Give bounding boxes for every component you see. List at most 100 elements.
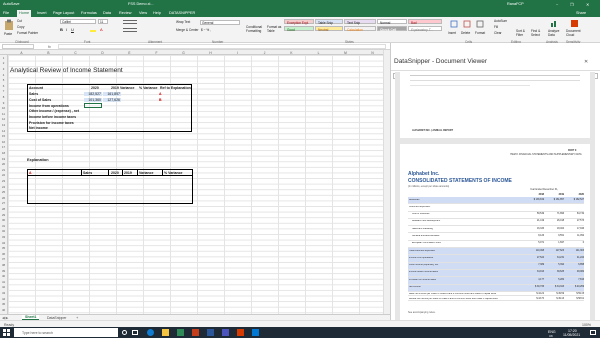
tab-data[interactable]: Data bbox=[103, 11, 111, 15]
row-header[interactable]: 29 bbox=[0, 213, 7, 217]
row-header[interactable]: 26 bbox=[0, 196, 7, 200]
tab-datasnipper[interactable]: DATASNIPPER bbox=[169, 11, 195, 15]
italic-button[interactable]: I bbox=[66, 27, 67, 32]
row-header[interactable]: 21 bbox=[0, 168, 7, 172]
active-cell[interactable] bbox=[84, 103, 102, 108]
zoom-level[interactable]: 100% bbox=[582, 323, 591, 327]
tab-insert[interactable]: Insert bbox=[37, 11, 47, 15]
column-header[interactable]: D bbox=[89, 51, 116, 55]
row-header[interactable]: 46 bbox=[0, 308, 7, 312]
share-button[interactable]: Share bbox=[576, 11, 586, 15]
row-header[interactable]: 14 bbox=[0, 129, 7, 133]
teams-taskbar-icon[interactable] bbox=[222, 329, 229, 336]
column-header[interactable]: I bbox=[224, 51, 251, 55]
statement-line[interactable]: General and administrative 8,126 9,551 11,0… bbox=[408, 233, 584, 241]
row-header[interactable]: 30 bbox=[0, 218, 7, 222]
tab-page-layout[interactable]: Page Layout bbox=[53, 11, 74, 15]
style-bad[interactable]: Bad bbox=[408, 19, 442, 25]
statement-line[interactable]: Research and development 21,419 26,018 27,5… bbox=[408, 219, 584, 227]
column-header[interactable]: F bbox=[143, 51, 170, 55]
tab-file[interactable]: File bbox=[3, 11, 9, 15]
align-top-icon[interactable] bbox=[123, 20, 137, 24]
style-neutral[interactable]: Neutral bbox=[315, 26, 343, 32]
row-header[interactable]: 43 bbox=[0, 291, 7, 295]
row-header[interactable]: 17 bbox=[0, 145, 7, 149]
insert-button[interactable]: Insert bbox=[448, 31, 456, 35]
outlook-taskbar-icon[interactable] bbox=[252, 329, 259, 336]
statement-line[interactable]: Revenues $ 136,819 $ 161,857 $ 182,527 bbox=[408, 197, 584, 205]
windows-start-icon[interactable] bbox=[3, 329, 10, 336]
row-header[interactable]: 34 bbox=[0, 241, 7, 245]
row-header[interactable]: 10 bbox=[0, 106, 7, 110]
edge-icon[interactable] bbox=[147, 329, 154, 336]
column-header[interactable]: N bbox=[359, 51, 386, 55]
row-header[interactable]: 1 bbox=[0, 56, 7, 60]
clear-button[interactable]: Clear bbox=[494, 31, 502, 35]
paste-button[interactable]: Paste bbox=[4, 32, 12, 36]
style-check-cell[interactable]: Check Cell bbox=[377, 26, 407, 32]
minimize-button[interactable]: – bbox=[556, 2, 558, 6]
statement-line[interactable]: Net income $ 30,736 $ 34,343 $ 40,269 bbox=[408, 284, 584, 292]
row-header[interactable]: 4 bbox=[0, 73, 7, 77]
row-header[interactable]: 41 bbox=[0, 280, 7, 284]
column-header[interactable]: M bbox=[332, 51, 359, 55]
row-header[interactable]: 2 bbox=[0, 61, 7, 65]
format-painter-button[interactable]: Format Painter bbox=[17, 31, 38, 35]
row-header[interactable]: 24 bbox=[0, 185, 7, 189]
cut-button[interactable]: Cut bbox=[17, 19, 22, 23]
autosum-button[interactable]: AutoSum bbox=[494, 19, 507, 23]
format-as-table-button[interactable]: Format as Table bbox=[267, 25, 282, 33]
row-header[interactable]: 15 bbox=[0, 134, 7, 138]
tab-review[interactable]: Review bbox=[119, 11, 131, 15]
analyze-data-icon[interactable] bbox=[550, 19, 559, 28]
conditional-formatting-button[interactable]: Conditional Formatting bbox=[246, 25, 265, 33]
sort-filter-button[interactable]: Sort & Filter bbox=[516, 29, 529, 37]
style-explanatory[interactable]: Explanatory T... bbox=[408, 26, 442, 32]
row-header[interactable]: 7 bbox=[0, 89, 7, 93]
row-header[interactable]: 23 bbox=[0, 179, 7, 183]
statement-line[interactable]: Income before income taxes 34,913 39,625 48… bbox=[408, 269, 584, 278]
statement-line[interactable]: European Commission fines 5,071 1,697 0 bbox=[408, 241, 584, 249]
tab-help[interactable]: Help bbox=[153, 11, 161, 15]
paste-icon[interactable] bbox=[4, 19, 14, 31]
column-header[interactable]: J bbox=[251, 51, 278, 55]
autosave-label[interactable]: AutoSave bbox=[3, 2, 19, 6]
analyze-data-button[interactable]: Analyze Data bbox=[548, 29, 560, 37]
row-header[interactable]: 45 bbox=[0, 302, 7, 306]
bold-button[interactable]: B bbox=[60, 27, 63, 32]
taskbar-search-input[interactable]: Type here to search bbox=[14, 328, 118, 337]
statement-line[interactable]: Cost of revenues 59,549 71,896 84,732 bbox=[408, 212, 584, 219]
font-color-icon[interactable]: A bbox=[100, 27, 103, 32]
clock-date[interactable]: 11/05/2021 bbox=[563, 333, 580, 337]
viewer-close-icon[interactable]: ✕ bbox=[584, 59, 588, 65]
file-explorer-icon[interactable] bbox=[162, 329, 169, 336]
style-good[interactable]: Good bbox=[284, 26, 314, 32]
column-header[interactable]: A bbox=[8, 51, 35, 55]
row-header[interactable]: 13 bbox=[0, 123, 7, 127]
maximize-button[interactable]: ❐ bbox=[570, 2, 573, 7]
cortana-icon[interactable] bbox=[122, 330, 127, 335]
row-header[interactable]: 35 bbox=[0, 246, 7, 250]
statement-line[interactable]: Provision for income taxes 4,177 5,282 7,81… bbox=[408, 277, 584, 285]
font-size-select[interactable]: 11 bbox=[98, 19, 108, 24]
column-header[interactable]: C bbox=[62, 51, 89, 55]
fx-icon[interactable]: fx bbox=[48, 45, 51, 49]
row-header[interactable]: 6 bbox=[0, 84, 7, 88]
statement-line[interactable]: Income from operations 27,524 34,231 41,224 bbox=[408, 255, 584, 263]
row-header[interactable]: 11 bbox=[0, 112, 7, 116]
row-header[interactable]: 9 bbox=[0, 101, 7, 105]
acrobat-taskbar-icon[interactable] bbox=[237, 329, 244, 336]
statement-line[interactable]: Other income (expense), net 7,389 5,394 6,8… bbox=[408, 262, 584, 270]
row-header[interactable]: 18 bbox=[0, 151, 7, 155]
column-header[interactable]: G bbox=[170, 51, 197, 55]
row-header[interactable]: 38 bbox=[0, 263, 7, 267]
user-name[interactable]: RanaFCP bbox=[507, 2, 524, 6]
name-box[interactable] bbox=[2, 44, 34, 49]
row-header[interactable]: 44 bbox=[0, 297, 7, 301]
notifications-icon[interactable] bbox=[590, 330, 596, 335]
row-header[interactable]: 3 bbox=[0, 67, 7, 71]
wrap-text-button[interactable]: Wrap Text bbox=[176, 20, 190, 24]
document-cloud-icon[interactable] bbox=[570, 19, 579, 28]
row-header[interactable]: 22 bbox=[0, 173, 7, 177]
format-icon[interactable] bbox=[476, 20, 484, 28]
